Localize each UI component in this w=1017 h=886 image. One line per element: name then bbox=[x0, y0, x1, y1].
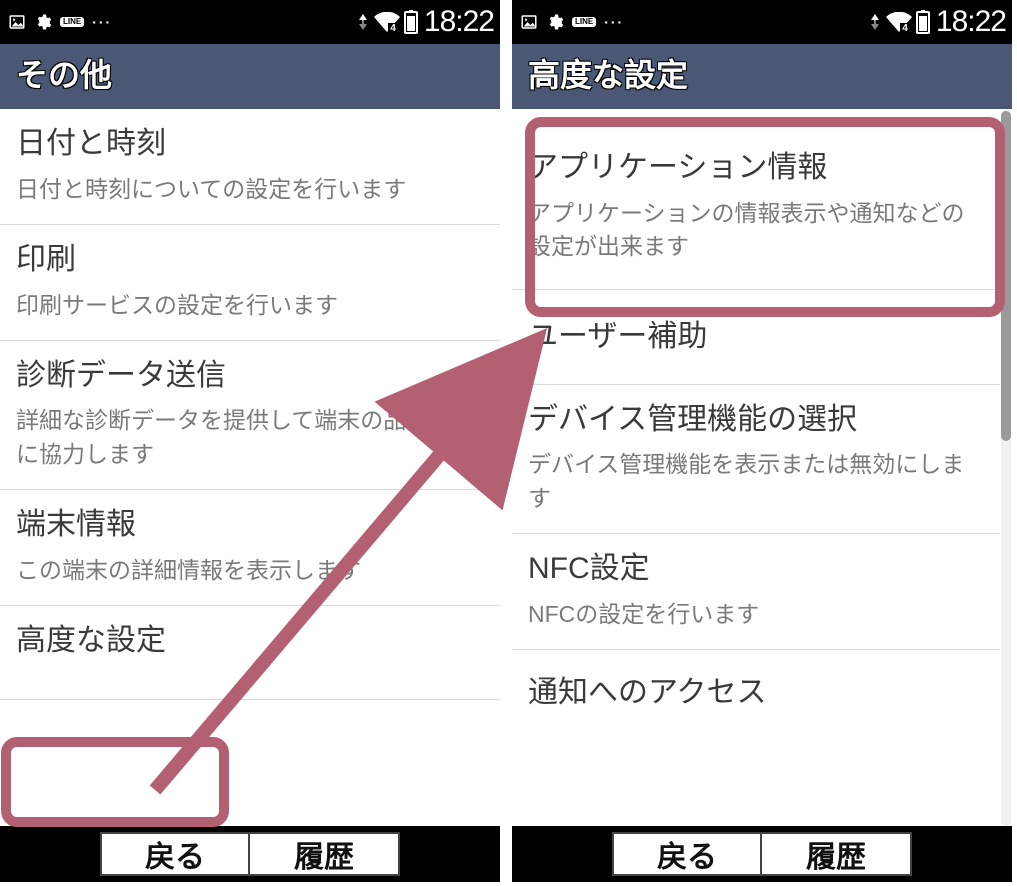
picture-icon bbox=[520, 13, 538, 31]
list-item-device-info[interactable]: 端末情報 この端末の詳細情報を表示します bbox=[0, 490, 500, 606]
battery-icon bbox=[916, 10, 930, 34]
list-item-title: デバイス管理機能の選択 bbox=[528, 401, 984, 439]
signal-icon bbox=[868, 14, 882, 30]
settings-list[interactable]: 日付と時刻 日付と時刻についての設定を行います 印刷 印刷サービスの設定を行いま… bbox=[0, 109, 500, 826]
gear-icon bbox=[546, 13, 564, 31]
list-item-desc: デバイス管理機能を表示または無効にします bbox=[528, 448, 984, 515]
svg-text:4: 4 bbox=[390, 23, 396, 32]
list-item-device-admin[interactable]: デバイス管理機能の選択 デバイス管理機能を表示または無効にします bbox=[512, 385, 1000, 534]
page-title: その他 bbox=[0, 44, 500, 109]
list-item-desc: この端末の詳細情報を表示します bbox=[16, 554, 484, 587]
back-button[interactable]: 戻る bbox=[100, 832, 250, 876]
more-icon: ··· bbox=[92, 14, 112, 30]
list-item-desc: 日付と時刻についての設定を行います bbox=[16, 173, 484, 206]
settings-list[interactable]: アプリケーション情報 アプリケーションの情報表示や通知などの設定が出来ます ユー… bbox=[512, 109, 1000, 826]
list-item-app-info[interactable]: アプリケーション情報 アプリケーションの情報表示や通知などの設定が出来ます bbox=[512, 109, 1000, 290]
list-item-desc: NFCの設定を行います bbox=[528, 598, 984, 631]
page-title: 高度な設定 bbox=[512, 44, 1012, 109]
signal-icon bbox=[356, 14, 370, 30]
list-item-title: 診断データ送信 bbox=[16, 357, 484, 395]
back-button[interactable]: 戻る bbox=[612, 832, 762, 876]
wifi-icon: 4 bbox=[886, 12, 912, 32]
bottom-bar: 戻る 履歴 bbox=[0, 826, 500, 882]
list-item-date-time[interactable]: 日付と時刻 日付と時刻についての設定を行います bbox=[0, 109, 500, 225]
status-bar: LINE ··· 4 18:22 bbox=[0, 0, 500, 44]
list-item-desc: アプリケーションの情報表示や通知などの設定が出来ます bbox=[528, 197, 984, 264]
phone-left: LINE ··· 4 18:22 その他 日付と時刻 bbox=[0, 0, 500, 882]
list-item-title: 通知へのアクセス bbox=[528, 674, 984, 712]
list-item-desc: 印刷サービスの設定を行います bbox=[16, 289, 484, 322]
list-item-title: NFC設定 bbox=[528, 550, 984, 588]
svg-text:4: 4 bbox=[902, 23, 908, 32]
phone-right: LINE ··· 4 18:22 高度な設定 アプリケーション情報 bbox=[512, 0, 1012, 882]
list-item-title: 端末情報 bbox=[16, 506, 484, 544]
history-button[interactable]: 履歴 bbox=[250, 832, 400, 876]
picture-icon bbox=[8, 13, 26, 31]
line-app-icon: LINE bbox=[572, 17, 596, 27]
list-item-nfc[interactable]: NFC設定 NFCの設定を行います bbox=[512, 534, 1000, 650]
list-item-title: 印刷 bbox=[16, 241, 484, 279]
list-item-advanced-settings[interactable]: 高度な設定 bbox=[0, 606, 500, 701]
history-button[interactable]: 履歴 bbox=[762, 832, 912, 876]
bottom-bar: 戻る 履歴 bbox=[512, 826, 1012, 882]
scrollbar[interactable] bbox=[1000, 109, 1012, 826]
battery-icon bbox=[404, 10, 418, 34]
clock-text: 18:22 bbox=[424, 5, 494, 39]
list-item-diagnostics[interactable]: 診断データ送信 詳細な診断データを提供して端末の品質改善に協力します bbox=[0, 341, 500, 490]
list-item-title: 日付と時刻 bbox=[16, 125, 484, 163]
status-bar: LINE ··· 4 18:22 bbox=[512, 0, 1012, 44]
list-item-title: ユーザー補助 bbox=[528, 318, 984, 356]
more-icon: ··· bbox=[604, 14, 624, 30]
wifi-icon: 4 bbox=[374, 12, 400, 32]
list-item-title: 高度な設定 bbox=[16, 622, 484, 660]
list-item-desc: 詳細な診断データを提供して端末の品質改善に協力します bbox=[16, 404, 484, 471]
gear-icon bbox=[34, 13, 52, 31]
list-item-title: アプリケーション情報 bbox=[528, 149, 984, 187]
line-app-icon: LINE bbox=[60, 17, 84, 27]
list-item-notification-access[interactable]: 通知へのアクセス bbox=[512, 650, 1000, 730]
list-item-accessibility[interactable]: ユーザー補助 bbox=[512, 290, 1000, 385]
list-item-print[interactable]: 印刷 印刷サービスの設定を行います bbox=[0, 225, 500, 341]
clock-text: 18:22 bbox=[936, 5, 1006, 39]
